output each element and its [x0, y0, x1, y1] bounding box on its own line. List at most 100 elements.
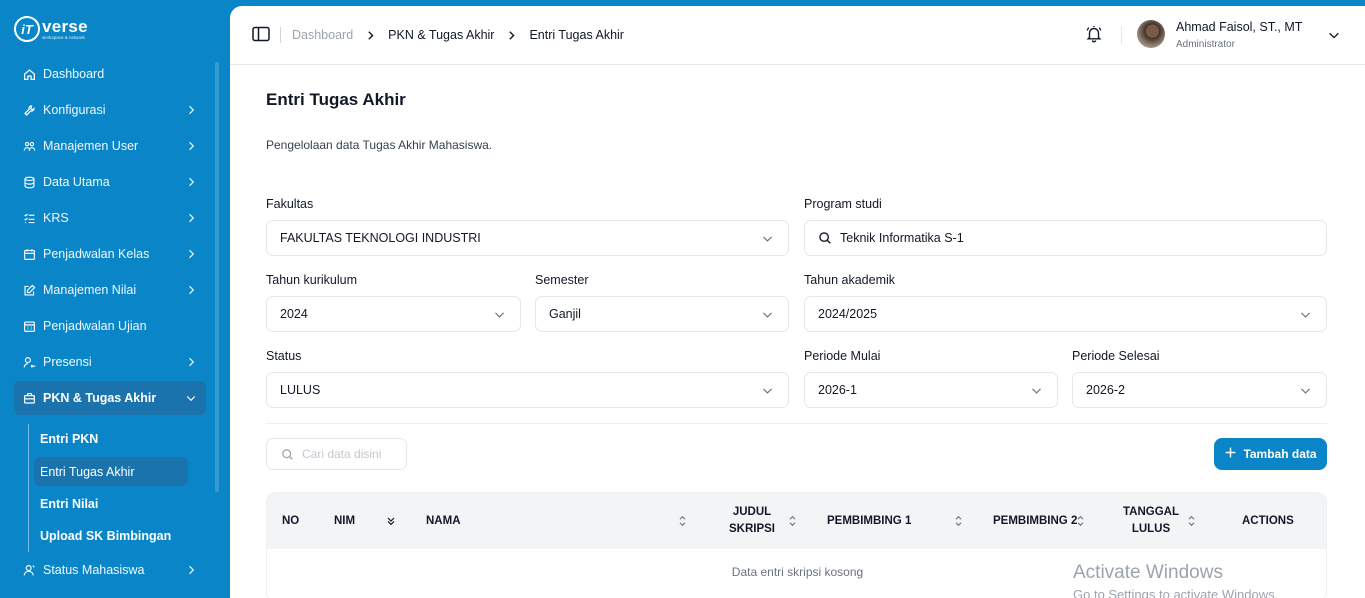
- tahun-akademik-select[interactable]: 2024/2025: [804, 296, 1327, 332]
- chevron-down-icon: [1298, 383, 1312, 397]
- sidebar-item-label: Manajemen Nilai: [43, 283, 137, 297]
- table-header: NO NIM NAMA JUDUL SKRIPSI PEMBIMBING 1 PE…: [267, 493, 1326, 549]
- column-header-nama[interactable]: NAMA: [426, 493, 461, 549]
- table-search[interactable]: [266, 438, 407, 470]
- chevron-right-icon: [184, 175, 198, 189]
- main-panel: Dashboard PKN & Tugas Akhir Entri Tugas …: [230, 6, 1365, 598]
- semester-label: Semester: [535, 273, 589, 287]
- sort-icon[interactable]: [787, 514, 797, 528]
- sidebar-item-data-utama[interactable]: Data Utama: [14, 165, 206, 199]
- sidebar-item-label: PKN & Tugas Akhir: [43, 391, 157, 405]
- column-header-no: NO: [282, 515, 300, 527]
- submenu-item-entri-tugas-akhir[interactable]: Entri Tugas Akhir: [34, 457, 188, 486]
- submenu-item-entri-pkn[interactable]: Entri PKN: [34, 424, 188, 453]
- chevron-right-icon: [184, 283, 198, 297]
- chevron-down-icon: [492, 307, 506, 321]
- tahun-kurikulum-value: 2024: [280, 307, 308, 321]
- status-value: LULUS: [280, 383, 321, 397]
- calendar-grid-icon: [22, 319, 36, 333]
- column-header-nim[interactable]: NIM: [334, 493, 355, 549]
- home-icon: [22, 67, 36, 81]
- fakultas-label: Fakultas: [266, 197, 314, 211]
- program-studi-input[interactable]: Teknik Informatika S-1: [804, 220, 1327, 256]
- user-status-icon: [22, 563, 36, 577]
- sidebar-item-pkn-tugas-akhir[interactable]: PKN & Tugas Akhir: [14, 381, 206, 415]
- status-select[interactable]: LULUS: [266, 372, 789, 408]
- column-header-actions: ACTIONS: [1242, 515, 1294, 527]
- sort-icon[interactable]: [953, 514, 963, 528]
- chevron-right-icon: [365, 30, 376, 41]
- sort-icon[interactable]: [1075, 514, 1085, 528]
- tahun-akademik-label: Tahun akademik: [804, 273, 896, 287]
- chevron-right-icon: [184, 103, 198, 117]
- submenu-item-upload-sk-bimbingan[interactable]: Upload SK Bimbingan: [34, 521, 188, 550]
- sidebar-item-dashboard[interactable]: Dashboard: [14, 57, 206, 91]
- app-logo[interactable]: iT verse workspace & network: [14, 14, 88, 44]
- chevron-down-icon: [760, 307, 774, 321]
- users-icon: [22, 139, 36, 153]
- column-header-tanggal-lulus[interactable]: TANGGAL LULUS: [1117, 493, 1185, 549]
- tahun-akademik-value: 2024/2025: [818, 307, 878, 321]
- column-header-pembimbing-1[interactable]: PEMBIMBING 1: [827, 493, 911, 549]
- program-studi-label: Program studi: [804, 197, 882, 211]
- sidebar-item-label: Manajemen User: [43, 139, 139, 153]
- bell-icon[interactable]: [1085, 25, 1103, 43]
- search-input[interactable]: [302, 447, 402, 461]
- avatar[interactable]: [1137, 20, 1165, 48]
- program-studi-value: Teknik Informatika S-1: [840, 231, 964, 245]
- user-name[interactable]: Ahmad Faisol, ST., MT: [1176, 20, 1302, 34]
- wrench-icon: [22, 103, 36, 117]
- plus-icon: [1224, 446, 1237, 462]
- periode-mulai-select[interactable]: 2026-1: [804, 372, 1058, 408]
- periode-selesai-select[interactable]: 2026-2: [1072, 372, 1327, 408]
- sidebar-item-manajemen-user[interactable]: Manajemen User: [14, 129, 206, 163]
- logo-tagline: workspace & network: [42, 34, 85, 40]
- sidebar-item-status-mahasiswa[interactable]: Status Mahasiswa: [14, 553, 206, 587]
- fakultas-select[interactable]: FAKULTAS TEKNOLOGI INDUSTRI: [266, 220, 789, 256]
- sidebar-item-penjadwalan-ujian[interactable]: Penjadwalan Ujian: [14, 309, 206, 343]
- page-description: Pengelolaan data Tugas Akhir Mahasiswa.: [266, 138, 493, 152]
- sidebar-item-krs[interactable]: KRS: [14, 201, 206, 235]
- sort-icon[interactable]: [677, 514, 687, 528]
- briefcase-icon: [22, 391, 36, 405]
- periode-selesai-value: 2026-2: [1086, 383, 1125, 397]
- sort-desc-icon[interactable]: [386, 514, 396, 528]
- sidebar-scrollbar[interactable]: [215, 62, 219, 492]
- add-data-button[interactable]: Tambah data: [1214, 438, 1327, 470]
- chevron-right-icon: [184, 139, 198, 153]
- sidebar-item-label: Penjadwalan Ujian: [43, 319, 147, 333]
- sidebar-item-konfigurasi[interactable]: Konfigurasi: [14, 93, 206, 127]
- watermark-title: Activate Windows: [1073, 562, 1223, 583]
- submenu-item-entri-nilai[interactable]: Entri Nilai: [34, 489, 188, 518]
- breadcrumb-pkn-tugas-akhir[interactable]: PKN & Tugas Akhir: [388, 28, 494, 42]
- sort-icon[interactable]: [1186, 514, 1196, 528]
- submenu-item-label: Entri Nilai: [40, 496, 99, 511]
- sidebar-toggle-icon[interactable]: [252, 26, 270, 42]
- search-icon: [281, 447, 295, 461]
- chevron-down-icon: [184, 391, 198, 405]
- user-search-icon: [22, 355, 36, 369]
- chevron-down-icon[interactable]: [1327, 28, 1341, 42]
- chevron-right-icon: [184, 211, 198, 225]
- submenu-item-label: Entri Tugas Akhir: [40, 464, 135, 479]
- fakultas-value: FAKULTAS TEKNOLOGI INDUSTRI: [280, 231, 481, 245]
- tahun-kurikulum-select[interactable]: 2024: [266, 296, 521, 332]
- chevron-right-icon: [184, 247, 198, 261]
- periode-selesai-label: Periode Selesai: [1072, 349, 1160, 363]
- sidebar-item-label: Presensi: [43, 355, 92, 369]
- chevron-down-icon: [1029, 383, 1043, 397]
- sidebar-item-label: Penjadwalan Kelas: [43, 247, 150, 261]
- column-header-judul-skripsi[interactable]: JUDUL SKRIPSI: [722, 493, 782, 549]
- column-header-pembimbing-2[interactable]: PEMBIMBING 2: [993, 493, 1077, 549]
- breadcrumb-dashboard[interactable]: Dashboard: [292, 28, 353, 42]
- sidebar-item-presensi[interactable]: Presensi: [14, 345, 206, 379]
- sidebar-item-penjadwalan-kelas[interactable]: Penjadwalan Kelas: [14, 237, 206, 271]
- sidebar-item-manajemen-nilai[interactable]: Manajemen Nilai: [14, 273, 206, 307]
- logo-wordmark: verse: [42, 16, 88, 36]
- edit-icon: [22, 283, 36, 297]
- breadcrumb: Dashboard PKN & Tugas Akhir Entri Tugas …: [280, 26, 624, 44]
- sidebar-item-label: Data Utama: [43, 175, 110, 189]
- status-label: Status: [266, 349, 302, 363]
- sidebar-item-label: Status Mahasiswa: [43, 563, 145, 577]
- semester-select[interactable]: Ganjil: [535, 296, 789, 332]
